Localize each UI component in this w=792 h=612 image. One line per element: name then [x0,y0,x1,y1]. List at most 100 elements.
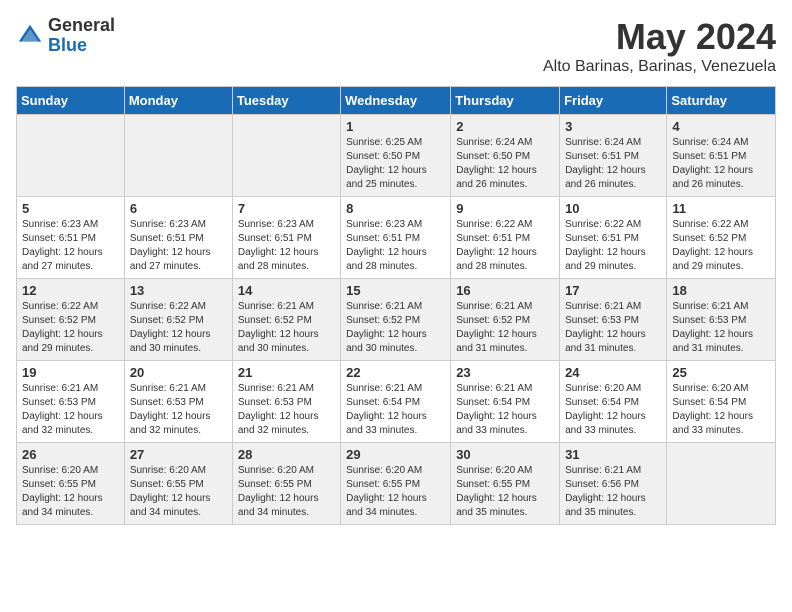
day-info: Sunrise: 6:20 AM Sunset: 6:54 PM Dayligh… [565,382,661,438]
day-info: Sunrise: 6:20 AM Sunset: 6:55 PM Dayligh… [22,464,119,520]
calendar-cell: 21 Sunrise: 6:21 AM Sunset: 6:53 PM Dayli… [232,361,340,443]
calendar-week-row: 12 Sunrise: 6:22 AM Sunset: 6:52 PM Dayli… [17,279,776,361]
day-info: Sunrise: 6:24 AM Sunset: 6:51 PM Dayligh… [672,136,770,192]
day-number: 1 [346,119,445,134]
day-number: 2 [456,119,554,134]
day-info: Sunrise: 6:21 AM Sunset: 6:56 PM Dayligh… [565,464,661,520]
day-number: 28 [238,447,335,462]
day-number: 21 [238,365,335,380]
day-info: Sunrise: 6:21 AM Sunset: 6:53 PM Dayligh… [238,382,335,438]
day-info: Sunrise: 6:20 AM Sunset: 6:55 PM Dayligh… [130,464,227,520]
day-info: Sunrise: 6:21 AM Sunset: 6:52 PM Dayligh… [238,300,335,356]
calendar-cell: 27Sunrise: 6:20 AM Sunset: 6:55 PM Dayli… [124,443,232,525]
day-info: Sunrise: 6:20 AM Sunset: 6:55 PM Dayligh… [456,464,554,520]
calendar-cell: 26 Sunrise: 6:20 AM Sunset: 6:55 PM Dayli… [17,443,125,525]
calendar-cell: 14 Sunrise: 6:21 AM Sunset: 6:52 PM Dayli… [232,279,340,361]
title-block: May 2024 Alto Barinas, Barinas, Venezuel… [543,16,776,76]
calendar-cell: 31 Sunrise: 6:21 AM Sunset: 6:56 PM Dayli… [560,443,667,525]
calendar-week-row: 1 Sunrise: 6:25 AM Sunset: 6:50 PM Daylig… [17,115,776,197]
day-info: Sunrise: 6:23 AM Sunset: 6:51 PM Dayligh… [130,218,227,274]
calendar-cell: 12 Sunrise: 6:22 AM Sunset: 6:52 PM Dayli… [17,279,125,361]
column-header-friday: Friday [560,87,667,115]
column-header-sunday: Sunday [17,87,125,115]
calendar-cell: 11 Sunrise: 6:22 AM Sunset: 6:52 PM Dayli… [667,197,776,279]
day-info: Sunrise: 6:21 AM Sunset: 6:53 PM Dayligh… [672,300,770,356]
day-number: 11 [672,201,770,216]
calendar-cell [667,443,776,525]
day-info: Sunrise: 6:24 AM Sunset: 6:50 PM Dayligh… [456,136,554,192]
calendar-cell: 30 Sunrise: 6:20 AM Sunset: 6:55 PM Dayli… [451,443,560,525]
calendar-cell: 23Sunrise: 6:21 AM Sunset: 6:54 PM Dayli… [451,361,560,443]
calendar-cell [124,115,232,197]
month-title: May 2024 [543,16,776,58]
calendar-table: SundayMondayTuesdayWednesdayThursdayFrid… [16,86,776,525]
column-header-thursday: Thursday [451,87,560,115]
logo-general: General [48,16,115,36]
calendar-cell: 20 Sunrise: 6:21 AM Sunset: 6:53 PM Dayli… [124,361,232,443]
calendar-cell: 3 Sunrise: 6:24 AM Sunset: 6:51 PM Daylig… [560,115,667,197]
day-info: Sunrise: 6:20 AM Sunset: 6:55 PM Dayligh… [238,464,335,520]
day-info: Sunrise: 6:21 AM Sunset: 6:52 PM Dayligh… [346,300,445,356]
logo-text: General Blue [48,16,115,56]
calendar-cell: 7 Sunrise: 6:23 AM Sunset: 6:51 PM Daylig… [232,197,340,279]
logo: General Blue [16,16,115,56]
day-number: 18 [672,283,770,298]
calendar-header-row: SundayMondayTuesdayWednesdayThursdayFrid… [17,87,776,115]
day-info: Sunrise: 6:24 AM Sunset: 6:51 PM Dayligh… [565,136,661,192]
day-number: 7 [238,201,335,216]
day-number: 30 [456,447,554,462]
calendar-cell: 19Sunrise: 6:21 AM Sunset: 6:53 PM Dayli… [17,361,125,443]
calendar-cell: 18 Sunrise: 6:21 AM Sunset: 6:53 PM Dayli… [667,279,776,361]
day-info: Sunrise: 6:22 AM Sunset: 6:52 PM Dayligh… [672,218,770,274]
day-number: 12 [22,283,119,298]
day-info: Sunrise: 6:23 AM Sunset: 6:51 PM Dayligh… [22,218,119,274]
day-number: 31 [565,447,661,462]
day-info: Sunrise: 6:22 AM Sunset: 6:52 PM Dayligh… [22,300,119,356]
page-header: General Blue May 2024 Alto Barinas, Bari… [16,16,776,76]
day-number: 3 [565,119,661,134]
location-subtitle: Alto Barinas, Barinas, Venezuela [543,58,776,76]
calendar-cell: 16 Sunrise: 6:21 AM Sunset: 6:52 PM Dayli… [451,279,560,361]
day-info: Sunrise: 6:22 AM Sunset: 6:51 PM Dayligh… [456,218,554,274]
day-info: Sunrise: 6:21 AM Sunset: 6:54 PM Dayligh… [456,382,554,438]
day-number: 16 [456,283,554,298]
calendar-cell: 25Sunrise: 6:20 AM Sunset: 6:54 PM Dayli… [667,361,776,443]
day-info: Sunrise: 6:23 AM Sunset: 6:51 PM Dayligh… [238,218,335,274]
day-info: Sunrise: 6:20 AM Sunset: 6:55 PM Dayligh… [346,464,445,520]
day-number: 15 [346,283,445,298]
calendar-cell: 10 Sunrise: 6:22 AM Sunset: 6:51 PM Dayli… [560,197,667,279]
logo-icon [16,22,44,50]
day-info: Sunrise: 6:22 AM Sunset: 6:51 PM Dayligh… [565,218,661,274]
logo-blue: Blue [48,36,115,56]
day-number: 4 [672,119,770,134]
day-number: 10 [565,201,661,216]
day-number: 5 [22,201,119,216]
calendar-week-row: 19 Sunrise: 6:21 AM Sunset: 6:53 PM Dayli… [17,361,776,443]
calendar-cell: 13Sunrise: 6:22 AM Sunset: 6:52 PM Dayli… [124,279,232,361]
day-number: 26 [22,447,119,462]
day-number: 6 [130,201,227,216]
calendar-week-row: 26 Sunrise: 6:20 AM Sunset: 6:55 PM Dayli… [17,443,776,525]
day-info: Sunrise: 6:20 AM Sunset: 6:54 PM Dayligh… [672,382,770,438]
day-number: 22 [346,365,445,380]
calendar-cell: 29 Sunrise: 6:20 AM Sunset: 6:55 PM Dayli… [341,443,451,525]
calendar-cell: 6 Sunrise: 6:23 AM Sunset: 6:51 PM Daylig… [124,197,232,279]
day-info: Sunrise: 6:23 AM Sunset: 6:51 PM Dayligh… [346,218,445,274]
day-number: 17 [565,283,661,298]
column-header-tuesday: Tuesday [232,87,340,115]
calendar-cell: 1 Sunrise: 6:25 AM Sunset: 6:50 PM Daylig… [341,115,451,197]
day-info: Sunrise: 6:21 AM Sunset: 6:52 PM Dayligh… [456,300,554,356]
day-info: Sunrise: 6:21 AM Sunset: 6:53 PM Dayligh… [130,382,227,438]
calendar-cell: 15 Sunrise: 6:21 AM Sunset: 6:52 PM Dayli… [341,279,451,361]
day-number: 29 [346,447,445,462]
column-header-wednesday: Wednesday [341,87,451,115]
day-number: 13 [130,283,227,298]
calendar-week-row: 5 Sunrise: 6:23 AM Sunset: 6:51 PM Daylig… [17,197,776,279]
calendar-cell: 22Sunrise: 6:21 AM Sunset: 6:54 PM Dayli… [341,361,451,443]
day-info: Sunrise: 6:25 AM Sunset: 6:50 PM Dayligh… [346,136,445,192]
day-number: 14 [238,283,335,298]
day-number: 19 [22,365,119,380]
day-number: 20 [130,365,227,380]
calendar-cell: 28 Sunrise: 6:20 AM Sunset: 6:55 PM Dayli… [232,443,340,525]
calendar-cell [17,115,125,197]
